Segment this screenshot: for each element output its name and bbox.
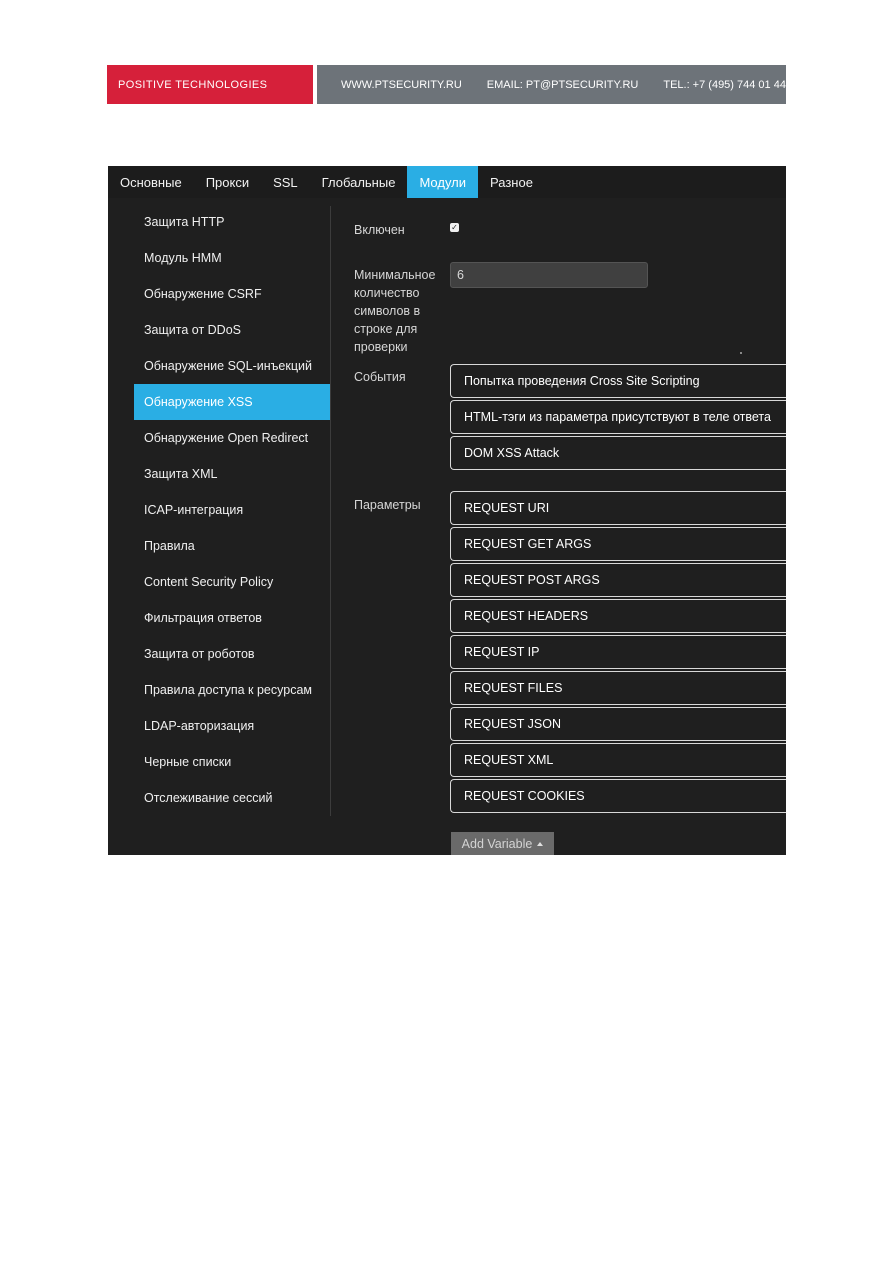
sidebar-item-ddos-protection[interactable]: Защита от DDoS	[134, 312, 330, 348]
param-request-xml[interactable]: REQUEST XML	[450, 743, 786, 777]
sidebar-divider	[330, 206, 331, 816]
tab-main[interactable]: Основные	[108, 166, 194, 198]
add-variable-button[interactable]: Add Variable	[451, 832, 554, 855]
sidebar-item-bot-protection[interactable]: Защита от роботов	[134, 636, 330, 672]
sidebar-item-hmm-module[interactable]: Модуль HMM	[134, 240, 330, 276]
caret-up-icon	[537, 842, 544, 846]
sidebar-item-response-filtering[interactable]: Фильтрация ответов	[134, 600, 330, 636]
min-chars-input[interactable]	[450, 262, 648, 288]
param-request-cookies[interactable]: REQUEST COOKIES	[450, 779, 786, 813]
sidebar-item-csrf-detection[interactable]: Обнаружение CSRF	[134, 276, 330, 312]
params-list: REQUEST URI REQUEST GET ARGS REQUEST POS…	[450, 491, 786, 815]
param-request-ip[interactable]: REQUEST IP	[450, 635, 786, 669]
events-list: Попытка проведения Cross Site Scripting …	[450, 364, 786, 472]
sidebar-item-xss-detection[interactable]: Обнаружение XSS	[134, 384, 330, 420]
email-text: EMAIL: PT@PTSECURITY.RU	[486, 78, 639, 91]
sidebar-item-rules[interactable]: Правила	[134, 528, 330, 564]
event-xss-attempt[interactable]: Попытка проведения Cross Site Scripting	[450, 364, 786, 398]
modules-sidebar: Защита HTTP Модуль HMM Обнаружение CSRF …	[134, 204, 330, 816]
add-variable-label: Add Variable	[461, 837, 533, 851]
param-request-files[interactable]: REQUEST FILES	[450, 671, 786, 705]
sidebar-item-blacklists[interactable]: Черные списки	[134, 744, 330, 780]
tab-ssl[interactable]: SSL	[261, 166, 310, 198]
event-html-tags-reflected[interactable]: HTML-тэги из параметра присутствуют в те…	[450, 400, 786, 434]
contact-info: WWW.PTSECURITY.RU EMAIL: PT@PTSECURITY.R…	[317, 65, 786, 104]
param-request-get-args[interactable]: REQUEST GET ARGS	[450, 527, 786, 561]
sidebar-item-http-protection[interactable]: Защита HTTP	[134, 204, 330, 240]
stray-dot	[740, 352, 742, 354]
sidebar-item-csp[interactable]: Content Security Policy	[134, 564, 330, 600]
website-text: WWW.PTSECURITY.RU	[341, 78, 462, 91]
check-icon: ✓	[451, 223, 458, 232]
enabled-checkbox[interactable]: ✓	[450, 223, 459, 232]
event-dom-xss[interactable]: DOM XSS Attack	[450, 436, 786, 470]
param-request-uri[interactable]: REQUEST URI	[450, 491, 786, 525]
settings-panel: Основные Прокси SSL Глобальные Модули Ра…	[108, 166, 786, 855]
enabled-label: Включен	[354, 223, 405, 237]
params-label: Параметры	[354, 498, 421, 512]
sidebar-item-session-tracking[interactable]: Отслеживание сессий	[134, 780, 330, 816]
sidebar-item-icap[interactable]: ICAP-интеграция	[134, 492, 330, 528]
param-request-post-args[interactable]: REQUEST POST ARGS	[450, 563, 786, 597]
sidebar-item-sqli-detection[interactable]: Обнаружение SQL-инъекций	[134, 348, 330, 384]
module-settings: Включен ✓ Минимальное количество символо…	[354, 166, 786, 855]
min-chars-label: Минимальное количество символов в строке…	[354, 268, 436, 354]
phone-text: TEL.: +7 (495) 744 01 44	[663, 78, 786, 91]
events-label: События	[354, 370, 406, 384]
param-request-json[interactable]: REQUEST JSON	[450, 707, 786, 741]
param-request-headers[interactable]: REQUEST HEADERS	[450, 599, 786, 633]
sidebar-item-ldap[interactable]: LDAP-авторизация	[134, 708, 330, 744]
sidebar-item-open-redirect[interactable]: Обнаружение Open Redirect	[134, 420, 330, 456]
letterhead: POSITIVE TECHNOLOGIES WWW.PTSECURITY.RU …	[107, 65, 786, 104]
brand-name: POSITIVE TECHNOLOGIES	[118, 78, 268, 91]
brand-logo: POSITIVE TECHNOLOGIES	[107, 65, 313, 104]
tab-proxy[interactable]: Прокси	[194, 166, 261, 198]
sidebar-item-access-rules[interactable]: Правила доступа к ресурсам	[134, 672, 330, 708]
sidebar-item-xml-protection[interactable]: Защита XML	[134, 456, 330, 492]
